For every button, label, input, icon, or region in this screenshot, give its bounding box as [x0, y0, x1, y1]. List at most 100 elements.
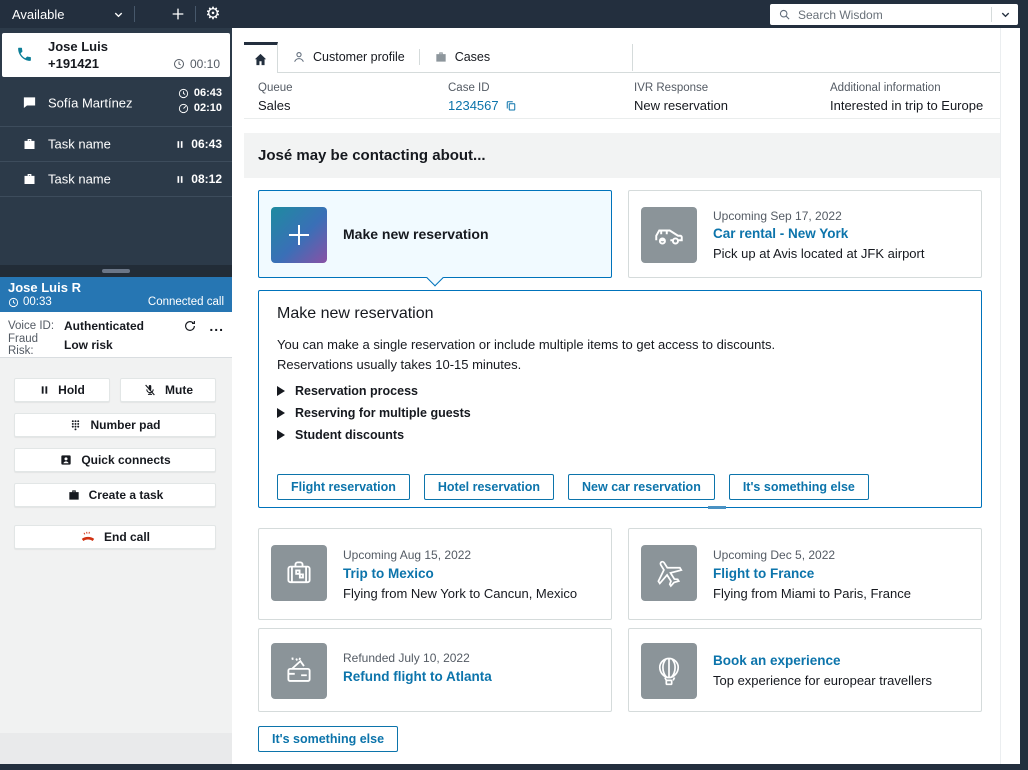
card-title-link[interactable]: Flight to France: [713, 566, 814, 581]
contact-card-icon: [59, 453, 73, 467]
refund-flight-card[interactable]: Refunded July 10, 2022 Refund flight to …: [258, 628, 612, 712]
tab-bar: Customer profile Cases: [244, 42, 1000, 73]
tab-group-divider: [632, 44, 633, 71]
card-description: Top experience for europear travellers: [713, 673, 932, 688]
pause-icon: [39, 384, 50, 396]
hold-label: Hold: [58, 383, 85, 397]
card-meta: Upcoming Aug 15, 2022: [343, 548, 472, 562]
triangle-right-icon: [277, 430, 285, 440]
copy-icon[interactable]: [505, 99, 517, 112]
tab-cases[interactable]: Cases: [420, 42, 504, 72]
case-id-link[interactable]: 1234567: [448, 98, 499, 113]
search-chevron-down-icon[interactable]: [992, 9, 1018, 20]
agent-workspace: Available ⚙ Search Wisdom Jose Luis +191…: [0, 0, 1028, 770]
wisdom-search: [770, 4, 1018, 25]
home-icon: [253, 52, 268, 67]
make-new-reservation-card[interactable]: Make new reservation: [258, 190, 612, 287]
tab-home[interactable]: [244, 42, 278, 73]
tab-customer-profile[interactable]: Customer profile: [278, 42, 419, 72]
plane-icon: [647, 551, 691, 595]
new-car-reservation-button[interactable]: New car reservation: [568, 474, 715, 500]
task-name: Task name: [48, 171, 111, 187]
card-meta: Refunded July 10, 2022: [343, 651, 470, 665]
briefcase-icon: [434, 50, 448, 64]
main-panel: Customer profile Cases Queue Sales Case …: [244, 28, 1000, 764]
card-title-link[interactable]: Book an experience: [713, 653, 841, 668]
accordion-reservation-process[interactable]: Reservation process: [277, 384, 418, 398]
refund-wallet-icon: [282, 654, 316, 688]
end-call-button[interactable]: End call: [14, 525, 216, 549]
chat-contact[interactable]: Sofía Martínez 06:43 02:10: [0, 80, 232, 127]
card-title-link[interactable]: Car rental - New York: [713, 226, 848, 241]
clock-icon: [8, 297, 19, 308]
chat-timer: 06:43: [193, 87, 222, 99]
plus-tile: [271, 207, 327, 263]
call-timer: 00:10: [189, 57, 220, 71]
hold-button[interactable]: Hold: [14, 378, 110, 402]
card-title-link[interactable]: Refund flight to Atlanta: [343, 669, 492, 684]
drag-handle-icon: [102, 269, 130, 273]
chat-timer: 02:10: [193, 102, 222, 114]
connected-contact-name: Jose Luis R: [8, 280, 81, 295]
card-meta: Upcoming Sep 17, 2022: [713, 209, 842, 223]
search-input[interactable]: [798, 7, 991, 22]
voice-id-value: Authenticated: [64, 319, 145, 333]
its-something-else-footer-button[interactable]: It's something else: [258, 726, 399, 752]
quick-connects-label: Quick connects: [81, 453, 171, 467]
car-rental-card[interactable]: Upcoming Sep 17, 2022 Car rental - New Y…: [628, 190, 982, 278]
mute-button[interactable]: Mute: [120, 378, 216, 402]
task-item[interactable]: Task name 08:12: [0, 162, 232, 197]
number-pad-label: Number pad: [90, 418, 161, 432]
clock-icon: [178, 88, 189, 99]
number-pad-button[interactable]: Number pad: [14, 413, 216, 437]
book-experience-card[interactable]: Book an experience Top experience for eu…: [628, 628, 982, 712]
accordion-student-discounts[interactable]: Student discounts: [277, 428, 404, 442]
card-title-link[interactable]: Trip to Mexico: [343, 566, 434, 581]
pause-icon: [175, 174, 185, 185]
accordion-label: Reservation process: [295, 384, 418, 398]
refresh-icon[interactable]: [183, 319, 197, 333]
trip-to-mexico-card[interactable]: Upcoming Aug 15, 2022 Trip to Mexico Fly…: [258, 528, 612, 620]
fraud-risk-label: Fraud Risk:: [8, 333, 39, 357]
active-call-contact[interactable]: Jose Luis +191421 00:10: [2, 33, 230, 77]
agent-status-dropdown[interactable]: Available: [12, 7, 124, 22]
card-title: Make new reservation: [343, 226, 489, 242]
task-item[interactable]: Task name 06:43: [0, 127, 232, 162]
plus-icon: [284, 220, 314, 250]
accordion-label: Reserving for multiple guests: [295, 406, 471, 420]
flight-reservation-button[interactable]: Flight reservation: [277, 474, 410, 500]
reservation-detail-panel: Make new reservation You can make a sing…: [258, 290, 982, 508]
triangle-right-icon: [277, 408, 285, 418]
new-contact-button[interactable]: [161, 0, 195, 28]
flight-to-france-card[interactable]: Upcoming Dec 5, 2022 Flight to France Fl…: [628, 528, 982, 620]
more-options-icon[interactable]: ...: [209, 319, 224, 333]
chat-icon: [22, 96, 37, 111]
panel-title: Make new reservation: [277, 305, 434, 322]
agent-status-label: Available: [12, 6, 65, 22]
suggestions-header: José may be contacting about...: [244, 133, 1000, 178]
hotel-reservation-button[interactable]: Hotel reservation: [423, 474, 555, 500]
plane-tile: [641, 545, 697, 601]
pause-icon: [175, 139, 185, 150]
quick-connects-button[interactable]: Quick connects: [14, 448, 216, 472]
panel-resize-handle[interactable]: [0, 265, 232, 277]
queue-field: Queue Sales: [258, 82, 293, 113]
phone-icon: [16, 46, 33, 63]
contact-name: Jose Luis: [48, 39, 108, 54]
card-description: Pick up at Avis located at JFK airport: [713, 246, 925, 261]
topbar-divider: [134, 6, 135, 22]
field-value: Sales: [258, 98, 291, 113]
its-something-else-button[interactable]: It's something else: [728, 474, 869, 500]
connected-call-header: Jose Luis R 00:33 Connected call: [0, 277, 232, 312]
case-id-field: Case ID 1234567: [448, 82, 517, 113]
search-icon: [778, 8, 791, 21]
triangle-right-icon: [277, 386, 285, 396]
panel-body-line: Reservations usually takes 10-15 minutes…: [277, 357, 522, 373]
ivr-response-field: IVR Response New reservation: [634, 82, 728, 113]
end-call-label: End call: [103, 530, 150, 544]
field-value: Interested in trip to Europe: [830, 98, 984, 113]
suitcase-tile: [271, 545, 327, 601]
accordion-multiple-guests[interactable]: Reserving for multiple guests: [277, 406, 471, 420]
settings-button[interactable]: ⚙: [196, 0, 230, 28]
create-task-button[interactable]: Create a task: [14, 483, 216, 507]
